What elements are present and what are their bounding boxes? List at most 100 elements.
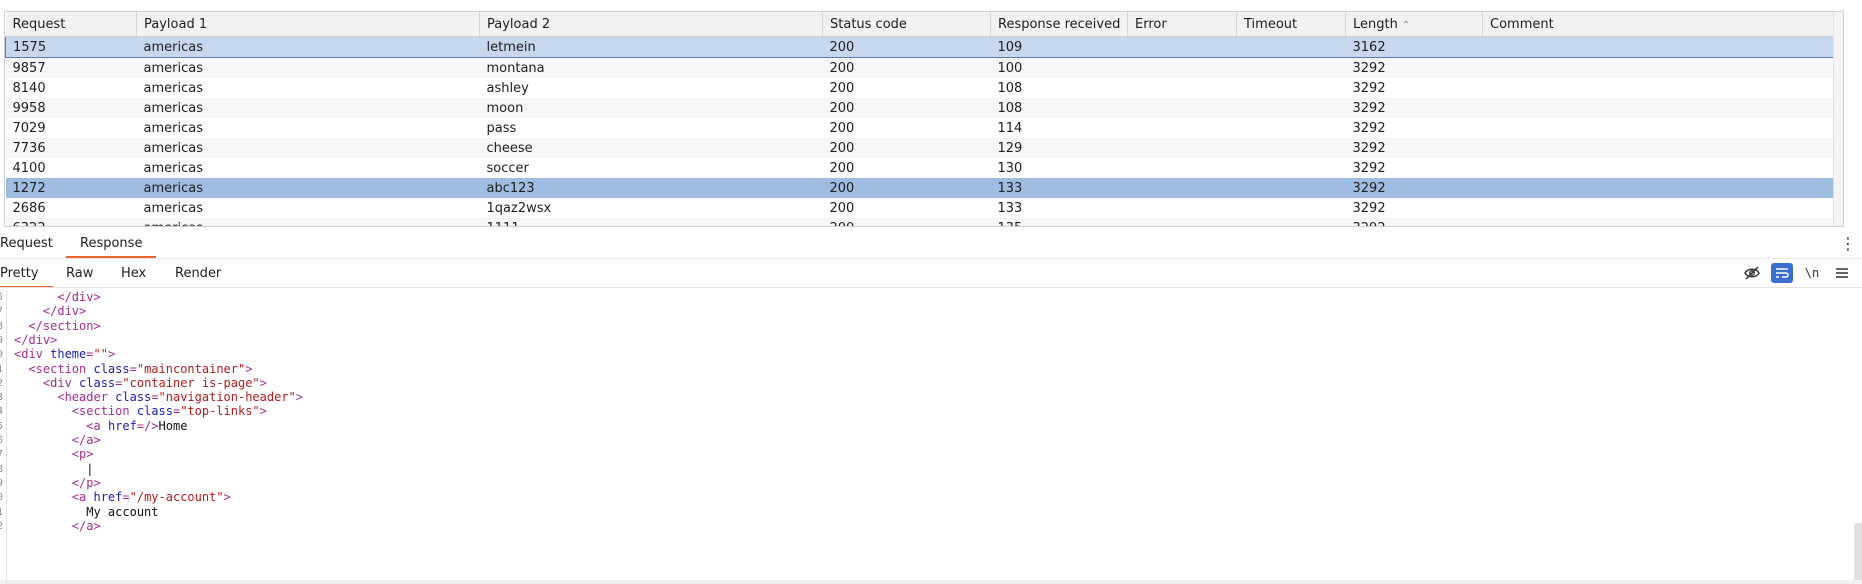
line-number: 3 [0,392,4,404]
cell-length: 3292 [1345,98,1483,118]
tab-request[interactable]: Request [0,232,53,256]
code-token: <p> [71,447,94,462]
cell-timeout [1236,178,1346,198]
cell-payload1: americas [143,200,203,216]
newline-toggle[interactable]: \n [1801,263,1823,283]
cell-response-received: 133 [990,178,1128,198]
cell-timeout [1237,198,1346,218]
col-header-comment[interactable]: Comment [1482,12,1835,37]
table-row[interactable]: 4100 americas soccer 200 130 3292 [6,158,1835,178]
cell-comment [1483,198,1835,218]
cell-payload1: americas [136,138,480,158]
code-token: </p> [71,475,101,490]
cell-length: 3292 [1352,200,1386,216]
response-code-editor[interactable]: 5 7 8 9 0 1 2 3 4 5 6 7 8 9 0 1 2 </div> </div> </sectio… [0,291,1862,584]
col-header-status-code[interactable]: Status code [822,12,991,37]
cell-response-received: 114 [997,120,1023,136]
tab-response[interactable]: Response [66,232,157,258]
cell-request: 6322 [5,218,137,226]
code-token: <div [14,347,51,362]
sort-ascending-icon: ⌃ [1401,19,1411,31]
table-row[interactable]: 7029 americas pass 200 114 3292 [6,118,1835,138]
line-number: 0 [0,492,4,504]
tab-raw[interactable]: Raw [66,262,93,286]
cell-request: 7029 [12,120,46,136]
cell-request: 9857 [5,57,137,78]
cell-response-received: 133 [997,200,1023,216]
code-token: "navigation-header" [158,390,296,405]
cell-response-received: 108 [997,80,1023,96]
table-row[interactable]: 9958 americas moon 200 108 3292 [5,98,1835,118]
cell-timeout [1236,98,1346,118]
kebab-icon[interactable]: ⋮ [1840,234,1856,253]
hamburger-icon[interactable] [1831,263,1853,283]
cell-error [1127,36,1237,58]
view-tabs: Pretty Raw Hex Render [0,262,1862,288]
cell-payload1: americas [136,57,480,78]
code-token: > [107,347,116,362]
message-tabs: Request Response ⋮ [0,232,1862,258]
code-token: My account [86,504,159,519]
cell-payload1: americas [136,36,480,58]
code-scrollbar-thumb[interactable] [1854,523,1862,583]
table-row[interactable]: 2686 americas 1qaz2wsx 200 133 3292 [6,198,1835,218]
table-row[interactable]: 1272 americas abc123 200 133 3292 [5,178,1835,198]
table-row[interactable]: 6322americas1111200135 3292 [5,218,1835,226]
code-token: <a [86,418,108,433]
code-token: class [93,361,130,376]
line-number: 1 [0,506,4,518]
line-number: 9 [0,477,4,489]
cell-length: 3292 [1352,160,1386,176]
tab-render[interactable]: Render [175,262,221,286]
cell-response-received: 129 [990,138,1128,158]
cell-request: 9958 [5,98,137,118]
table-row[interactable]: 9857 americas montana 200 100 3292 [5,57,1835,78]
code-token: class [136,404,173,419]
cell-payload1: americas [136,98,480,118]
code-token: theme [50,347,87,362]
code-token: "container is-page" [122,375,260,390]
line-number: 7 [0,449,4,461]
cell-error [1127,138,1237,158]
col-header-length[interactable]: Length ⌃ [1345,12,1483,37]
code-token: > [259,375,267,390]
cell-payload2: ashley [486,80,529,96]
cell-length: 3292 [1352,120,1386,136]
col-header-payload2[interactable]: Payload 2 [479,12,823,37]
line-number: 5 [0,292,4,303]
code-token: <section [28,361,94,376]
code-token: class [115,390,152,405]
tab-pretty[interactable]: Pretty [0,262,53,288]
col-header-request[interactable]: Request [5,12,137,37]
cell-request: 4100 [12,160,46,176]
line-number: 2 [0,377,4,389]
eye-slash-icon[interactable] [1741,263,1763,283]
tab-hex[interactable]: Hex [121,262,146,286]
code-token: "maincontainer" [136,361,246,376]
table-row[interactable]: 1575 americas letmein 200 109 3162 [5,36,1835,58]
wrap-lines-icon[interactable] [1771,263,1793,283]
cell-comment [1483,118,1835,138]
col-header-timeout[interactable]: Timeout [1236,12,1346,37]
divider [0,258,1862,259]
table-row[interactable]: 7736 americas cheese 200 129 3292 [5,138,1835,158]
cell-request: 1575 [5,36,137,58]
cell-comment [1482,178,1835,198]
cell-status-code: 200 [829,80,855,96]
cell-status-code: 200 [822,36,991,58]
cell-status-code: 200 [822,218,991,226]
cell-payload1: americas [143,80,203,96]
col-header-payload1[interactable]: Payload 1 [136,12,480,37]
table-scrollbar[interactable] [1833,12,1843,226]
cell-timeout [1236,36,1346,58]
cell-payload1: americas [136,178,480,198]
cell-response-received: 108 [990,98,1128,118]
cell-comment [1482,57,1835,78]
col-header-response-received[interactable]: Response received [990,12,1128,37]
cell-payload2: soccer [486,160,529,176]
table-row[interactable]: 8140 americas ashley 200 108 3292 [6,78,1835,98]
col-header-error[interactable]: Error [1127,12,1237,37]
